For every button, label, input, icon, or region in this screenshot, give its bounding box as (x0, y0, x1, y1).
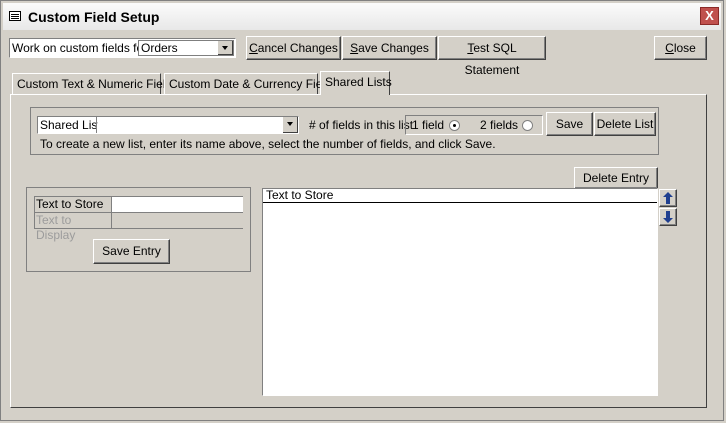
chevron-down-icon[interactable] (282, 117, 298, 133)
cancel-changes-button[interactable]: Cancel Changes (246, 36, 341, 60)
window-close-button[interactable]: X (700, 7, 719, 25)
option-1-label: 1 field (412, 118, 445, 132)
save-entry-button[interactable]: Save Entry (93, 239, 170, 264)
delete-entry-button[interactable]: Delete Entry (574, 167, 658, 189)
delete-list-button[interactable]: Delete List (594, 112, 656, 136)
close-button[interactable]: Close (654, 36, 707, 60)
work-on-label: Work on custom fields for: (12, 41, 151, 55)
text-to-store-label: Text to Store (36, 197, 104, 211)
title-bar: Custom Field Setup X (3, 3, 721, 30)
tab-shared-lists[interactable]: Shared Lists (320, 71, 392, 95)
entry-form-grid: Text to Store Text to Display (34, 196, 243, 242)
entries-list[interactable]: Text to Store (262, 188, 658, 396)
num-fields-options: 1 field 2 fields (405, 115, 543, 135)
shared-list-label: Shared List (40, 118, 101, 132)
divider (96, 117, 97, 133)
text-to-store-input[interactable] (111, 197, 243, 212)
column-header-text-to-store: Text to Store (266, 188, 334, 202)
work-on-group: Work on custom fields for: Orders (9, 38, 236, 58)
tab-custom-text-numeric[interactable]: Custom Text & Numeric Fields (12, 73, 178, 94)
text-to-display-label: Text to Display (36, 213, 76, 242)
save-list-button[interactable]: Save (546, 112, 593, 136)
arrow-down-icon[interactable] (659, 208, 677, 226)
shared-list-select[interactable] (98, 117, 298, 133)
shared-list-hint: To create a new list, enter its name abo… (40, 137, 496, 151)
save-changes-button[interactable]: Save Changes (342, 36, 437, 60)
option-2-radio[interactable] (522, 120, 533, 131)
text-to-display-input (111, 213, 243, 228)
shared-list-field: Shared List (37, 116, 299, 134)
work-on-value: Orders (141, 41, 178, 55)
test-sql-button[interactable]: Test SQL Statement (438, 36, 546, 77)
option-1-radio[interactable] (449, 120, 460, 131)
tab-custom-date-currency[interactable]: Custom Date & Currency Fields (164, 73, 338, 94)
arrow-up-icon[interactable] (659, 189, 677, 207)
entries-list-header: Text to Store (263, 189, 657, 203)
num-fields-label: # of fields in this list (309, 118, 414, 132)
work-on-select[interactable]: Orders (138, 40, 234, 56)
chevron-down-icon[interactable] (217, 41, 233, 55)
window-title: Custom Field Setup (28, 9, 160, 25)
option-2-label: 2 fields (480, 118, 519, 132)
form-icon (9, 11, 21, 21)
